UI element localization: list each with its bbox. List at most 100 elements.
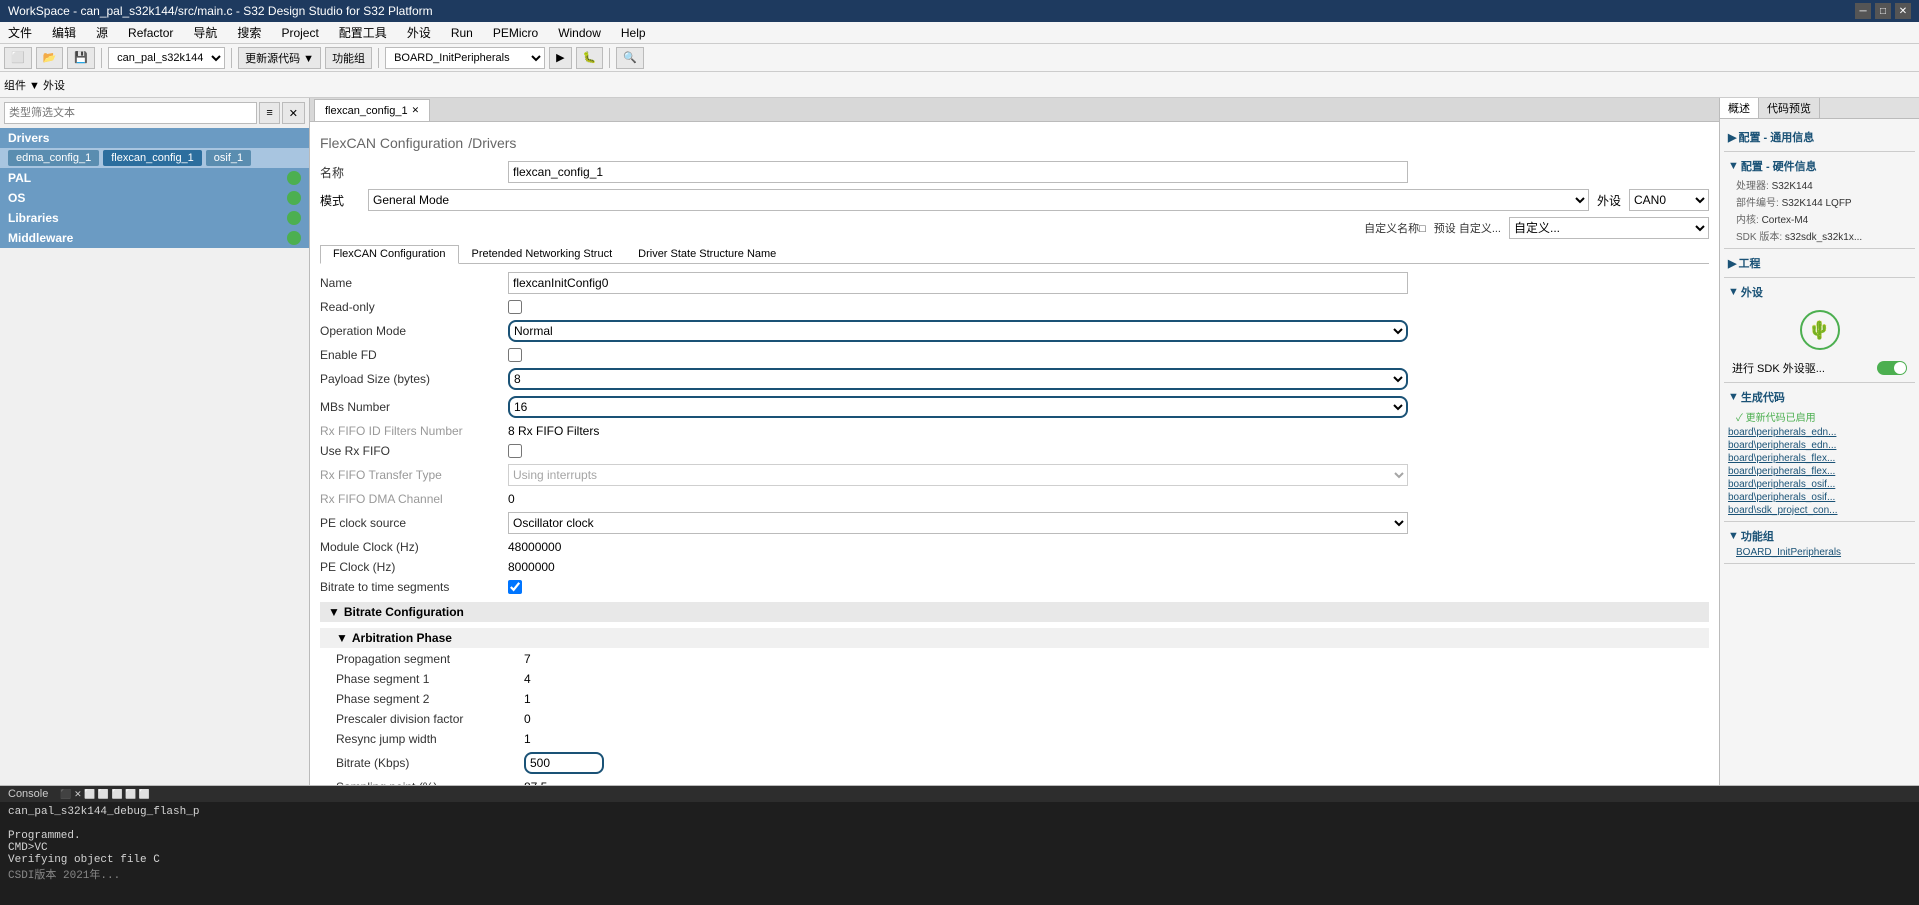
project-dropdown[interactable]: can_pal_s32k144 <box>108 47 225 69</box>
file-link-4[interactable]: board\peripherals_osif... <box>1728 478 1911 491</box>
funcgroup-btn[interactable]: 功能组 <box>325 47 372 69</box>
field-propagation-label: Propagation segment <box>336 652 516 666</box>
menu-source[interactable]: 源 <box>92 22 112 43</box>
file-link-1[interactable]: board\peripherals_edn... <box>1728 439 1911 452</box>
menu-pemicro[interactable]: PEMicro <box>489 24 542 42</box>
update-code-btn[interactable]: 更新源代码 ▼ <box>238 47 321 69</box>
new-button[interactable]: ⬜ <box>4 47 32 69</box>
menu-window[interactable]: Window <box>554 24 605 42</box>
file-link-5[interactable]: board\peripherals_osif... <box>1728 491 1911 504</box>
right-tab-code-preview[interactable]: 代码预览 <box>1759 98 1820 118</box>
name-input[interactable] <box>508 161 1408 183</box>
bitrate-config-section[interactable]: ▼ Bitrate Configuration <box>320 602 1709 622</box>
field-moduleclock-label: Module Clock (Hz) <box>320 540 500 554</box>
field-bitratetime-row: Bitrate to time segments <box>320 580 1709 594</box>
file-link-3[interactable]: board\peripherals_flex... <box>1728 465 1911 478</box>
field-bitratetime-checkbox[interactable] <box>508 580 522 594</box>
menu-search[interactable]: 搜索 <box>233 22 265 43</box>
debug-button[interactable]: 🐛 <box>576 47 604 69</box>
section-drivers[interactable]: Drivers <box>0 128 309 148</box>
file-link-2[interactable]: board\peripherals_flex... <box>1728 452 1911 465</box>
search-input[interactable] <box>4 102 257 124</box>
run-button[interactable]: ▶ <box>549 47 571 69</box>
inner-tab-pretended[interactable]: Pretended Networking Struct <box>459 245 626 263</box>
field-rxfifotransfer-label: Rx FIFO Transfer Type <box>320 468 500 482</box>
tab-bar: flexcan_config_1 ✕ <box>310 98 1719 122</box>
menu-file[interactable]: 文件 <box>4 22 36 43</box>
menu-config-tools[interactable]: 配置工具 <box>335 22 391 43</box>
field-prescaler-row: Prescaler division factor 0 <box>336 712 1709 726</box>
inner-tabs: FlexCAN Configuration Pretended Networki… <box>320 245 1709 264</box>
sdk-toggle[interactable] <box>1877 361 1907 375</box>
console-header: Console ⬛ ✕ ⬜ ⬜ ⬜ ⬜ ⬜ <box>0 786 1919 802</box>
close-button[interactable]: ✕ <box>1895 3 1911 19</box>
comp-flexcan[interactable]: flexcan_config_1 <box>103 150 202 166</box>
section-middleware[interactable]: Middleware <box>0 228 309 248</box>
field-rxfifotransfer-row: Rx FIFO Transfer Type Using interrupts <box>320 464 1709 486</box>
right-processor-row: 处理器: S32K144 <box>1728 176 1911 193</box>
menu-edit[interactable]: 编辑 <box>48 22 80 43</box>
section-pal[interactable]: PAL <box>0 168 309 188</box>
open-button[interactable]: 📂 <box>36 47 64 69</box>
right-generate-title[interactable]: ▼ 生成代码 <box>1728 387 1911 407</box>
search-clear-btn[interactable]: ✕ <box>282 102 305 124</box>
search-toolbar-btn[interactable]: 🔍 <box>616 47 644 69</box>
right-hardware-triangle: ▼ <box>1728 160 1739 172</box>
menu-help[interactable]: Help <box>617 24 650 42</box>
os-status-dot <box>287 191 301 205</box>
field-rxfifotransfer-select[interactable]: Using interrupts <box>508 464 1408 486</box>
save-button[interactable]: 💾 <box>67 47 95 69</box>
section-os[interactable]: OS <box>0 188 309 208</box>
maximize-button[interactable]: □ <box>1875 3 1891 19</box>
right-funcgroup-title[interactable]: ▼ 功能组 <box>1728 526 1911 546</box>
minimize-button[interactable]: ─ <box>1855 3 1871 19</box>
right-config-triangle: ▶ <box>1728 131 1736 144</box>
field-moduleclock-value: 48000000 <box>508 540 1709 554</box>
right-package-row: 部件编号: S32K144 LQFP <box>1728 193 1911 210</box>
comp-osif[interactable]: osif_1 <box>206 150 251 166</box>
comp-edma[interactable]: edma_config_1 <box>8 150 99 166</box>
sdk-toggle-row: 进行 SDK 外设驱... <box>1728 358 1911 378</box>
preset-select[interactable]: 自定义... <box>1509 217 1709 239</box>
arbitration-section[interactable]: ▼ Arbitration Phase <box>320 628 1709 648</box>
mode-label: 模式 <box>320 192 360 209</box>
section-libraries[interactable]: Libraries <box>0 208 309 228</box>
field-readonly-row: Read-only <box>320 300 1709 314</box>
right-funcgroup-item[interactable]: BOARD_InitPeripherals <box>1728 546 1911 559</box>
inner-tab-driver-state[interactable]: Driver State Structure Name <box>625 245 789 263</box>
tab-close-icon[interactable]: ✕ <box>412 105 420 116</box>
file-link-6[interactable]: board\sdk_project_con... <box>1728 504 1911 517</box>
field-enablefd-checkbox[interactable] <box>508 348 522 362</box>
menu-run[interactable]: Run <box>447 24 477 42</box>
right-peripheral-title[interactable]: ▼ 外设 <box>1728 282 1911 302</box>
field-opmode-row: Operation Mode Normal Listen Only Loopba… <box>320 320 1709 342</box>
menu-project[interactable]: Project <box>277 24 322 42</box>
field-opmode-select[interactable]: Normal Listen Only Loopback <box>508 320 1408 342</box>
menu-peripheral[interactable]: 外设 <box>403 22 435 43</box>
search-submit-btn[interactable]: ≡ <box>259 102 279 124</box>
field-userxfifo-checkbox[interactable] <box>508 444 522 458</box>
tab-flexcan[interactable]: flexcan_config_1 ✕ <box>314 99 430 121</box>
field-prescaler-value: 0 <box>524 712 1709 726</box>
field-peclock-select[interactable]: Oscillator clock <box>508 512 1408 534</box>
right-config-title[interactable]: ▶ 配置 - 通用信息 <box>1728 127 1911 147</box>
menu-refactor[interactable]: Refactor <box>124 24 177 42</box>
file-link-0[interactable]: board\peripherals_edn... <box>1728 426 1911 439</box>
config-title-sub: /Drivers <box>468 135 516 151</box>
right-engineering-title[interactable]: ▶ 工程 <box>1728 253 1911 273</box>
ext-select[interactable]: CAN0 <box>1629 189 1709 211</box>
field-bitrate-input[interactable] <box>524 752 604 774</box>
mode-select[interactable]: General Mode <box>368 189 1589 211</box>
menu-navigate[interactable]: 导航 <box>189 22 221 43</box>
field-mbs-select[interactable]: 16 32 64 <box>508 396 1408 418</box>
run-config-dropdown[interactable]: BOARD_InitPeripherals <box>385 47 545 69</box>
right-hardware-title[interactable]: ▼ 配置 - 硬件信息 <box>1728 156 1911 176</box>
field-name-input[interactable] <box>508 272 1408 294</box>
inner-tab-flexcan[interactable]: FlexCAN Configuration <box>320 245 459 264</box>
field-readonly-checkbox[interactable] <box>508 300 522 314</box>
field-payload-select[interactable]: 8 16 32 64 <box>508 368 1408 390</box>
field-opmode-label: Operation Mode <box>320 324 500 338</box>
right-engineering-triangle: ▶ <box>1728 257 1736 270</box>
right-hardware-section: ▼ 配置 - 硬件信息 处理器: S32K144 部件编号: S32K144 L… <box>1724 152 1915 249</box>
right-tab-overview[interactable]: 概述 <box>1720 98 1759 118</box>
